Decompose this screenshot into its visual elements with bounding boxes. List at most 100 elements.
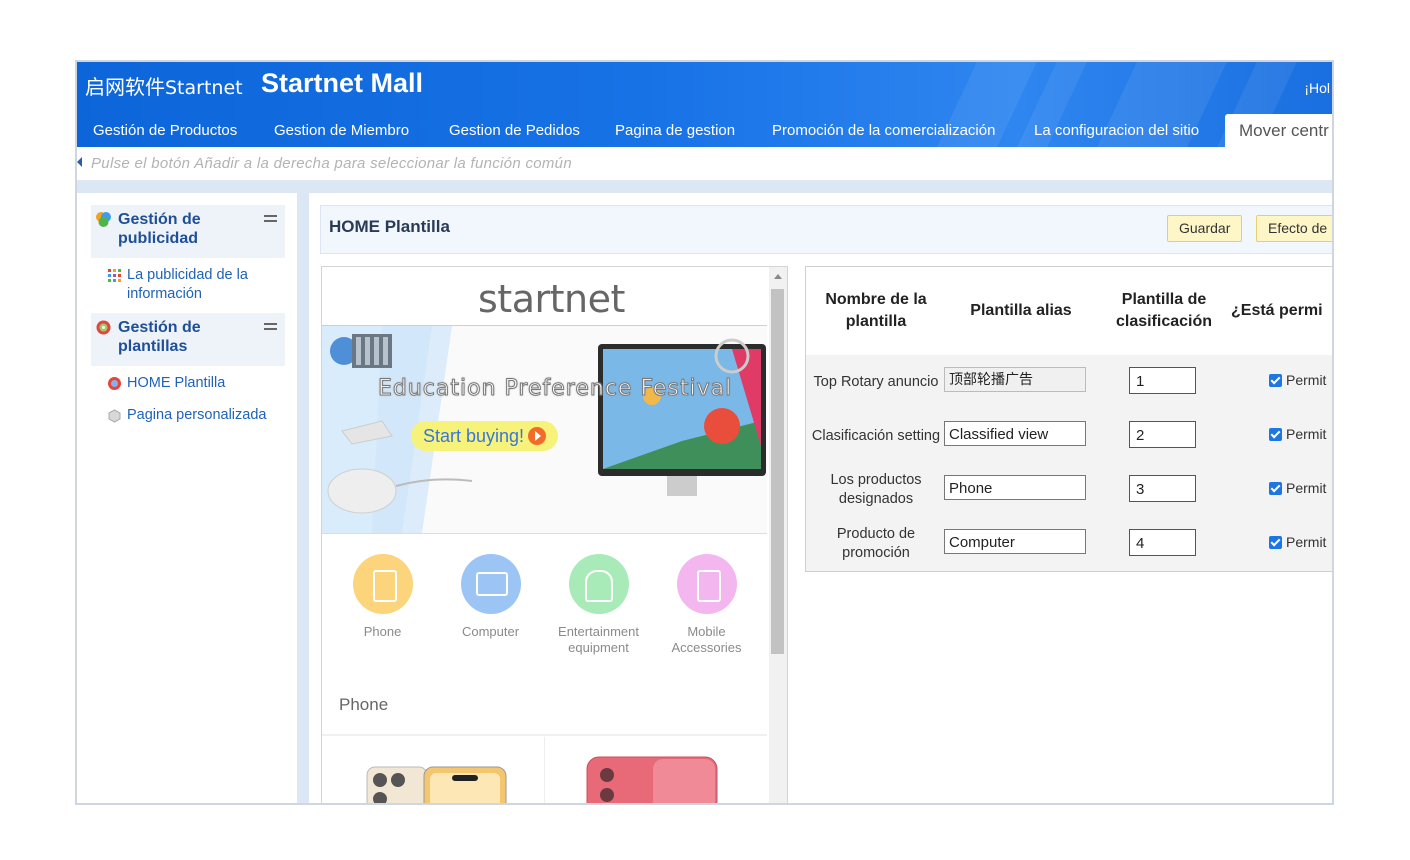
product-card[interactable] bbox=[322, 737, 545, 803]
alias-input[interactable]: 顶部轮播广告 bbox=[944, 367, 1086, 392]
nav-item-marketing[interactable]: Promoción de la comercialización bbox=[772, 114, 995, 147]
column-header-sort: Plantilla de clasificación bbox=[1115, 291, 1213, 330]
main-panel: HOME Plantilla Guardar Efecto de startne… bbox=[309, 193, 1332, 803]
permit-label: Permit bbox=[1286, 426, 1327, 442]
phone-product-image bbox=[366, 766, 507, 803]
save-button[interactable]: Guardar bbox=[1167, 215, 1243, 242]
sort-order-input[interactable]: 3 bbox=[1129, 475, 1196, 502]
sidebar-section-title: Gestión de plantillas bbox=[118, 319, 201, 355]
sort-order-input[interactable]: 2 bbox=[1129, 421, 1196, 448]
user-greeting: ¡Hol bbox=[1304, 80, 1330, 96]
grid-icon bbox=[108, 269, 121, 282]
headphones-icon bbox=[568, 554, 629, 614]
mobile-preview[interactable]: startnet Education Preference Festival S… bbox=[321, 266, 788, 803]
permit-label: Permit bbox=[1286, 480, 1327, 496]
top-header: 启网软件Startnet Startnet Mall ¡Hol Gestión … bbox=[77, 62, 1332, 147]
hint-text: Pulse el botón Añadir a la derecha para … bbox=[91, 155, 572, 172]
table-row: Top Rotary anuncio 顶部轮播广告 1 Permit bbox=[806, 355, 1332, 409]
template-settings-table: Nombre de la plantilla Plantilla alias P… bbox=[805, 266, 1332, 572]
alias-input[interactable]: Computer bbox=[944, 529, 1086, 554]
column-header-permit: ¿Está permi bbox=[1231, 302, 1323, 319]
sidebar: Gestión de publicidad La publicidad de l… bbox=[77, 193, 297, 803]
scroll-up-icon[interactable] bbox=[774, 274, 782, 279]
nav-item-orders[interactable]: Gestion de Pedidos bbox=[449, 114, 580, 147]
nav-item-mobile-center[interactable]: Mover centr bbox=[1225, 114, 1332, 147]
table-header: Nombre de la plantilla Plantilla alias P… bbox=[806, 267, 1332, 355]
play-icon bbox=[528, 427, 547, 445]
custom-page-icon bbox=[108, 409, 121, 423]
category-computer[interactable]: Computer bbox=[438, 554, 543, 640]
table-body: Top Rotary anuncio 顶部轮播广告 1 Permit Clasi… bbox=[806, 355, 1332, 571]
checkbox-checked-icon bbox=[1269, 374, 1282, 387]
phone-icon bbox=[352, 554, 413, 614]
hint-bar: Pulse el botón Añadir a la derecha para … bbox=[77, 147, 1332, 181]
category-label: Phone bbox=[363, 624, 402, 639]
main-nav: Gestión de Productos Gestion de Miembro … bbox=[77, 114, 1332, 147]
collapse-icon[interactable] bbox=[264, 323, 277, 333]
logo-brand-text: Startnet bbox=[165, 77, 243, 99]
template-name: Los productos designados bbox=[830, 472, 922, 507]
table-row: Los productos designados Phone 3 Permit bbox=[806, 463, 1332, 517]
nav-item-page-management[interactable]: Pagina de gestion bbox=[615, 114, 735, 147]
sidebar-item-label: HOME Plantilla bbox=[127, 375, 226, 391]
template-name: Producto de promoción bbox=[836, 526, 916, 561]
alias-input[interactable]: Phone bbox=[944, 475, 1086, 500]
panel-title: HOME Plantilla bbox=[329, 217, 450, 236]
sidebar-section-advertising[interactable]: Gestión de publicidad bbox=[91, 205, 285, 258]
alias-input[interactable]: Classified view bbox=[944, 421, 1086, 446]
phone-product-image bbox=[586, 756, 718, 803]
category-entertainment[interactable]: Entertainment equipment bbox=[546, 554, 651, 656]
start-buying-button[interactable]: Start buying! bbox=[411, 421, 559, 451]
sidebar-section-title: Gestión de publicidad bbox=[118, 211, 201, 247]
sidebar-item-label: La publicidad de la información bbox=[127, 267, 248, 302]
checkbox-checked-icon bbox=[1269, 428, 1282, 441]
divider bbox=[322, 734, 767, 736]
computer-icon bbox=[460, 554, 521, 614]
preview-banner[interactable]: Education Preference Festival Start buyi… bbox=[322, 326, 767, 534]
collapse-icon[interactable] bbox=[264, 215, 277, 225]
section-title-phone: Phone bbox=[339, 695, 389, 714]
permit-label: Permit bbox=[1286, 372, 1327, 388]
permit-checkbox[interactable]: Permit bbox=[1269, 534, 1326, 550]
company-logo[interactable]: 启网软件Startnet bbox=[85, 71, 243, 100]
advertising-icon bbox=[96, 212, 111, 227]
permit-checkbox[interactable]: Permit bbox=[1269, 372, 1326, 388]
logo-cn-text: 启网软件 bbox=[85, 75, 165, 99]
permit-checkbox[interactable]: Permit bbox=[1269, 426, 1326, 442]
scrollbar-thumb[interactable] bbox=[771, 289, 784, 654]
category-label: Computer bbox=[461, 624, 520, 639]
product-card[interactable] bbox=[545, 737, 767, 803]
permit-label: Permit bbox=[1286, 534, 1327, 550]
start-buying-label: Start buying! bbox=[423, 426, 525, 446]
category-phone[interactable]: Phone bbox=[330, 554, 435, 640]
sort-order-input[interactable]: 1 bbox=[1129, 367, 1196, 394]
panel-header: HOME Plantilla Guardar Efecto de bbox=[320, 205, 1332, 254]
sidebar-section-templates[interactable]: Gestión de plantillas bbox=[91, 313, 285, 366]
templates-icon bbox=[96, 320, 111, 335]
checkbox-checked-icon bbox=[1269, 482, 1282, 495]
template-name: Clasificación setting bbox=[811, 428, 941, 444]
nav-item-site-config[interactable]: La configuracion del sitio bbox=[1034, 114, 1199, 147]
permit-checkbox[interactable]: Permit bbox=[1269, 480, 1326, 496]
category-label: Mobile Accessories bbox=[671, 624, 742, 655]
home-template-icon bbox=[108, 377, 121, 390]
sort-order-input[interactable]: 4 bbox=[1129, 529, 1196, 556]
preview-effect-button[interactable]: Efecto de bbox=[1256, 215, 1332, 242]
nav-item-members[interactable]: Gestion de Miembro bbox=[274, 114, 409, 147]
table-row: Producto de promoción Computer 4 Permit bbox=[806, 517, 1332, 571]
category-accessories[interactable]: Mobile Accessories bbox=[654, 554, 759, 656]
caret-left-icon[interactable] bbox=[77, 157, 82, 167]
charger-icon bbox=[676, 554, 737, 614]
category-label: Entertainment equipment bbox=[558, 624, 639, 655]
app-window: 启网软件Startnet Startnet Mall ¡Hol Gestión … bbox=[75, 60, 1334, 805]
sidebar-item-label: Pagina personalizada bbox=[127, 407, 267, 423]
column-header-template-name: Nombre de la plantilla bbox=[825, 291, 927, 330]
preview-brand-logo: startnet bbox=[478, 277, 625, 321]
column-header-alias: Plantilla alias bbox=[970, 302, 1072, 319]
table-row: Clasificación setting Classified view 2 … bbox=[806, 409, 1332, 463]
site-title: Startnet Mall bbox=[261, 68, 424, 98]
preview-scrollbar[interactable] bbox=[769, 267, 787, 803]
nav-item-products[interactable]: Gestión de Productos bbox=[93, 114, 237, 147]
banner-title: Education Preference Festival bbox=[377, 376, 733, 402]
checkbox-checked-icon bbox=[1269, 536, 1282, 549]
